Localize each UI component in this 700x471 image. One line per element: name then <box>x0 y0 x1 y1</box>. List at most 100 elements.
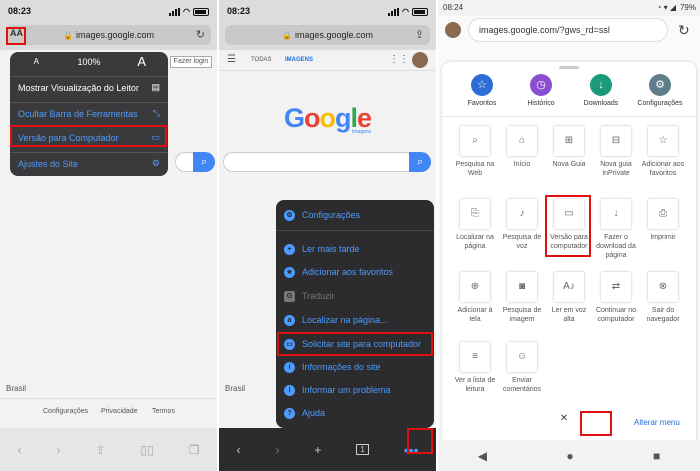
tile-read-aloud[interactable]: A♪ Ler em voz alta <box>546 272 592 324</box>
menu-site-info[interactable]: i Informações do site <box>284 358 381 376</box>
reader-label: Mostrar Visualização do Leitor <box>18 82 139 93</box>
menu-add-favorites[interactable]: ★ Adicionar aos favoritos <box>284 263 393 281</box>
menu-help[interactable]: ? Ajuda <box>284 404 325 422</box>
tile-web-search[interactable]: ⌕ Pesquisa na Web <box>452 126 498 178</box>
share-icon[interactable]: ⇪ <box>95 443 105 457</box>
forward-icon[interactable]: › <box>56 443 60 457</box>
tabs-icon[interactable]: ❐ <box>189 443 200 457</box>
gear-icon: ⚙ <box>284 209 295 221</box>
menu-report-label: Informar um problema <box>302 385 391 395</box>
android-nav-bar: ◀ ● ■ <box>438 440 700 471</box>
home-icon[interactable]: ● <box>566 449 573 463</box>
address-bar[interactable]: AA 🔒 images.google.com ↻ <box>6 25 211 45</box>
font-larger-button[interactable]: A <box>115 52 168 72</box>
tile-new-inprivate[interactable]: ⊟ Nova guia InPrivate <box>593 126 639 178</box>
change-menu-link[interactable]: Alterar menu <box>634 418 680 427</box>
apps-icon[interactable]: ⋮⋮ <box>389 54 409 65</box>
new-tab-icon: ⊞ <box>554 126 584 156</box>
address-bar[interactable]: 🔒 images.google.com ⇪ <box>225 25 430 45</box>
gear-icon: ⚙ <box>151 158 160 168</box>
login-button[interactable]: Fazer login <box>170 56 212 68</box>
history-label: Histórico <box>527 100 555 107</box>
downloads-button[interactable]: ↓ Downloads <box>573 74 629 107</box>
tile-download-page[interactable]: ↓ Fazer o download da página <box>593 199 639 260</box>
reload-icon[interactable]: ↻ <box>678 22 690 39</box>
tile-new-tab[interactable]: ⊞ Nova Guia <box>546 126 592 169</box>
tile-continue-pc[interactable]: ⇄ Continuar no computador <box>593 272 639 324</box>
menu-translate-label: Traduzir <box>302 291 335 301</box>
search-input[interactable] <box>223 152 411 172</box>
tile-home[interactable]: ⌂ Início <box>499 126 545 169</box>
share-icon[interactable]: ⇪ <box>415 28 424 41</box>
tile-image-search[interactable]: ◙ Pesquisa de imagem <box>499 272 545 324</box>
tile-feedback[interactable]: ☺ Enviar comentários <box>499 342 545 394</box>
reader-item[interactable]: Mostrar Visualização do Leitor ▤ <box>10 76 168 98</box>
tile-print[interactable]: ⎙ Imprimir <box>640 199 686 242</box>
tab-all[interactable]: TODAS <box>251 57 272 63</box>
avatar[interactable] <box>445 22 461 38</box>
tile-label: Localizar na página <box>456 234 494 250</box>
tile-label: Ver a lista de leitura <box>454 377 496 393</box>
inprivate-icon: ⊟ <box>601 126 631 156</box>
menu-find-label: Localizar na página... <box>302 315 388 325</box>
back-icon[interactable]: ◀ <box>478 449 487 463</box>
wifi-icon: ◠ <box>183 7 190 16</box>
tile-label: Enviar comentários <box>502 377 542 393</box>
search-button[interactable]: ⌕ <box>193 152 215 172</box>
divider-line <box>0 398 217 399</box>
tile-reading-list[interactable]: ≡ Ver a lista de leitura <box>452 342 498 394</box>
reader-icon: ▤ <box>151 82 160 92</box>
tile-add-favorites[interactable]: ☆ Adicionar aos favoritos <box>640 126 686 178</box>
avatar[interactable] <box>412 52 428 68</box>
tile-exit[interactable]: ⊗ Sair do navegador <box>640 272 686 324</box>
bookmarks-icon[interactable]: ▯▯ <box>141 443 154 457</box>
tile-add-screen[interactable]: ⊕ Adicionar à tela <box>452 272 498 324</box>
hide-toolbar-item[interactable]: Ocultar Barra de Ferramentas ⤡ <box>10 102 168 124</box>
gear-icon: ⚙ <box>649 74 671 96</box>
search-button[interactable]: ⌕ <box>409 152 431 172</box>
read-aloud-icon: A♪ <box>554 272 584 302</box>
highlight-desktop <box>10 125 167 147</box>
status-time: 08:24 <box>443 3 464 12</box>
tile-voice[interactable]: ♪ Pesquisa de voz <box>499 199 545 251</box>
tile-find[interactable]: ⎘ Localizar na página <box>452 199 498 251</box>
tab-images[interactable]: IMAGENS <box>285 57 313 63</box>
menu-find[interactable]: a Localizar na página... <box>284 311 388 329</box>
font-smaller-button[interactable]: A <box>10 52 63 72</box>
star-add-icon: ☆ <box>648 126 678 156</box>
search-input[interactable] <box>175 152 195 172</box>
reload-icon[interactable]: ↻ <box>196 28 205 41</box>
menu-translate[interactable]: G Traduzir <box>284 287 335 305</box>
favorites-button[interactable]: ☆ Favoritos <box>454 74 510 107</box>
site-settings-item[interactable]: Ajustes do Site ⚙ <box>10 152 168 174</box>
footer-settings-link[interactable]: Configurações <box>43 408 88 415</box>
history-button[interactable]: ◷ Histórico <box>513 74 569 107</box>
aa-menu: A 100% A Mostrar Visualização do Leitor … <box>10 52 168 176</box>
menu-report[interactable]: ! Informar um problema <box>284 381 391 399</box>
tab-count[interactable]: 1 <box>356 444 369 455</box>
highlight-desktop-tile <box>545 195 591 257</box>
address-bar[interactable]: images.google.com/?gws_rd=ssl <box>468 18 668 42</box>
footer-privacy-link[interactable]: Privacidade <box>101 408 138 415</box>
new-tab-icon[interactable]: + <box>314 443 321 457</box>
forward-icon[interactable]: › <box>275 443 279 457</box>
footer-terms-link[interactable]: Termos <box>152 408 175 415</box>
nav-divider <box>219 70 436 71</box>
settings-button[interactable]: ⚙ Configurações <box>632 74 688 107</box>
chrome-menu: ⚙ Configurações + Ler mais tarde ★ Adiciona… <box>276 200 434 428</box>
menu-read-later-label: Ler mais tarde <box>302 244 360 254</box>
recents-icon[interactable]: ■ <box>653 449 660 463</box>
sheet-handle[interactable] <box>559 66 579 69</box>
bottom-toolbar: ‹ › ⇪ ▯▯ ❐ <box>0 428 217 471</box>
hamburger-icon[interactable]: ☰ <box>227 54 236 65</box>
status-icons: ◠ <box>169 7 209 16</box>
menu-read-later[interactable]: + Ler mais tarde <box>284 240 360 258</box>
back-icon[interactable]: ‹ <box>236 443 240 457</box>
settings-label: Configurações <box>637 100 683 107</box>
home-icon: ⌂ <box>507 126 537 156</box>
close-icon[interactable]: ✕ <box>553 410 575 428</box>
status-icons: ◠ <box>388 7 428 16</box>
back-icon[interactable]: ‹ <box>17 443 21 457</box>
menu-settings[interactable]: ⚙ Configurações <box>284 206 360 224</box>
url-text: images.google.com <box>294 30 373 40</box>
